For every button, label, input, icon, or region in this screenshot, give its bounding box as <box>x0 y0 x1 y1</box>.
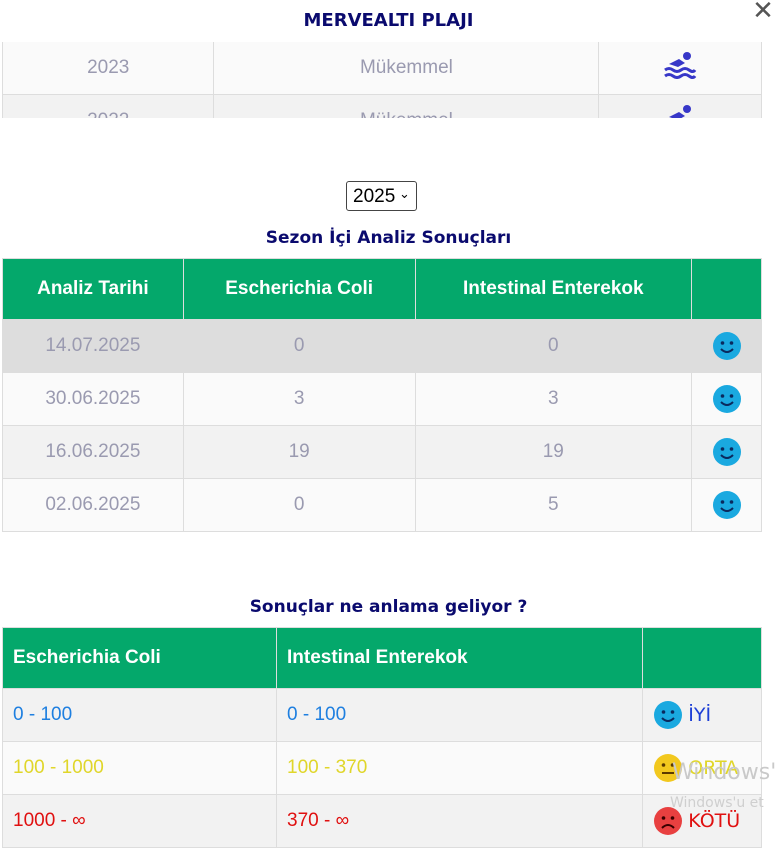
award-table: 2023 Mükemmel 2022 Mükemmel <box>2 42 762 118</box>
year-select[interactable]: 2025 ⌄ <box>346 181 417 211</box>
year-select-value: 2025 <box>353 186 396 207</box>
award-table-viewport[interactable]: 2023 Mükemmel 2022 Mükemmel <box>2 42 762 118</box>
chevron-down-icon: ⌄ <box>399 186 410 201</box>
entero-value: 3 <box>414 372 693 426</box>
award-rating: Mükemmel <box>213 94 600 118</box>
column-header: Intestinal Enterekok <box>414 258 693 320</box>
close-icon[interactable]: ✕ <box>750 0 776 24</box>
analysis-table: Analiz Tarihi Escherichia Coli Intestina… <box>2 258 762 532</box>
column-header: Escherichia Coli <box>2 627 277 689</box>
entero-range: 100 - 370 <box>276 741 643 795</box>
ecoli-value: 3 <box>182 372 416 426</box>
ecoli-value: 0 <box>182 319 416 373</box>
activation-watermark: Windows' <box>672 760 777 785</box>
entero-range: 370 - ∞ <box>276 794 643 848</box>
status-label: KÖTÜ <box>688 810 741 832</box>
table-row: 1000 - ∞ 370 - ∞ KÖTÜ <box>2 794 762 848</box>
award-year: 2023 <box>2 42 215 95</box>
analysis-date: 14.07.2025 <box>2 319 184 373</box>
award-year: 2022 <box>2 94 215 118</box>
analysis-date: 16.06.2025 <box>2 425 184 479</box>
smiley-face-icon <box>712 332 741 360</box>
table-row: 30.06.2025 3 3 <box>2 372 762 426</box>
smiley-face-icon <box>654 701 682 729</box>
page-title: MERVEALTI PLAJI <box>303 10 474 31</box>
status-label: İYİ <box>688 704 712 726</box>
column-header <box>691 258 762 320</box>
ecoli-value: 19 <box>182 425 416 479</box>
table-row: 2023 Mükemmel <box>2 42 762 95</box>
table-row: 16.06.2025 19 19 <box>2 425 762 479</box>
table-row: 14.07.2025 0 0 <box>2 319 762 373</box>
column-header: Escherichia Coli <box>182 258 416 320</box>
table-row: 0 - 100 0 - 100 İYİ <box>2 688 762 742</box>
entero-range: 0 - 100 <box>276 688 643 742</box>
column-header <box>642 627 762 689</box>
smiley-face-icon <box>712 438 741 466</box>
ecoli-range: 1000 - ∞ <box>2 794 277 848</box>
column-header: Intestinal Enterekok <box>276 627 643 689</box>
smiley-face-icon <box>712 491 741 519</box>
analysis-title: Sezon İçi Analiz Sonuçları <box>265 228 512 248</box>
swimmer-icon <box>664 52 697 79</box>
ecoli-value: 0 <box>182 478 416 532</box>
table-header-row: Escherichia Coli Intestinal Enterekok <box>2 627 762 689</box>
entero-value: 0 <box>414 319 693 373</box>
table-row: 100 - 1000 100 - 370 ORTA <box>2 741 762 795</box>
table-header-row: Analiz Tarihi Escherichia Coli Intestina… <box>2 258 762 320</box>
legend-title: Sonuçlar ne anlama geliyor ? <box>249 597 528 617</box>
legend-table: Escherichia Coli Intestinal Enterekok 0 … <box>2 627 762 848</box>
smiley-face-icon <box>712 385 741 413</box>
ecoli-range: 100 - 1000 <box>2 741 277 795</box>
entero-value: 5 <box>414 478 693 532</box>
swimmer-icon <box>669 105 692 118</box>
activation-watermark-sub: Windows'u et <box>670 795 764 811</box>
ecoli-range: 0 - 100 <box>2 688 277 742</box>
table-row: 2022 Mükemmel <box>2 94 762 118</box>
entero-value: 19 <box>414 425 693 479</box>
award-rating: Mükemmel <box>213 42 600 95</box>
table-row: 02.06.2025 0 5 <box>2 478 762 532</box>
analysis-date: 02.06.2025 <box>2 478 184 532</box>
column-header: Analiz Tarihi <box>2 258 184 320</box>
analysis-date: 30.06.2025 <box>2 372 184 426</box>
